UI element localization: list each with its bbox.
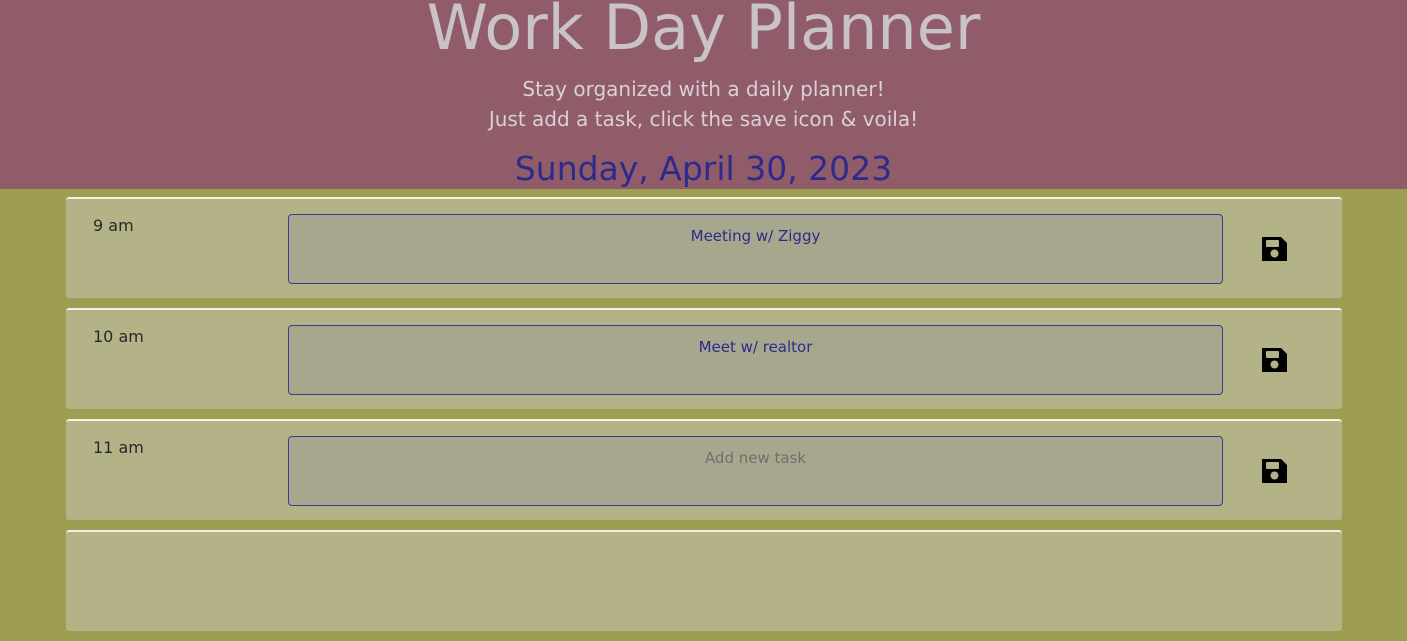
hour-label: 10 am xyxy=(93,327,144,346)
lead-text-line-1: Stay organized with a daily planner! xyxy=(522,77,885,101)
time-block-11am: 11 am xyxy=(66,419,1342,520)
time-block-next xyxy=(66,530,1342,631)
save-button[interactable] xyxy=(1244,450,1304,492)
current-day: Sunday, April 30, 2023 xyxy=(514,149,893,188)
save-floppy-icon xyxy=(1262,459,1287,483)
time-block-10am: 10 am Meet w/ realtor xyxy=(66,308,1342,409)
save-button[interactable] xyxy=(1244,228,1304,270)
hour-label: 11 am xyxy=(93,438,144,457)
time-block-list: 9 am Meeting w/ Ziggy 10 am Meet w/ real… xyxy=(66,197,1342,641)
task-input[interactable]: Meet w/ realtor xyxy=(288,325,1223,395)
task-input[interactable] xyxy=(288,436,1223,506)
save-floppy-icon xyxy=(1262,237,1287,261)
save-floppy-icon xyxy=(1262,348,1287,372)
task-input[interactable]: Meeting w/ Ziggy xyxy=(288,214,1223,284)
save-button[interactable] xyxy=(1244,339,1304,381)
lead-text-line-2: Just add a task, click the save icon & v… xyxy=(488,107,919,131)
hour-label: 9 am xyxy=(93,216,134,235)
page-title: Work Day Planner xyxy=(426,0,981,64)
page-header: Work Day Planner Stay organized with a d… xyxy=(0,0,1407,189)
time-block-9am: 9 am Meeting w/ Ziggy xyxy=(66,197,1342,298)
